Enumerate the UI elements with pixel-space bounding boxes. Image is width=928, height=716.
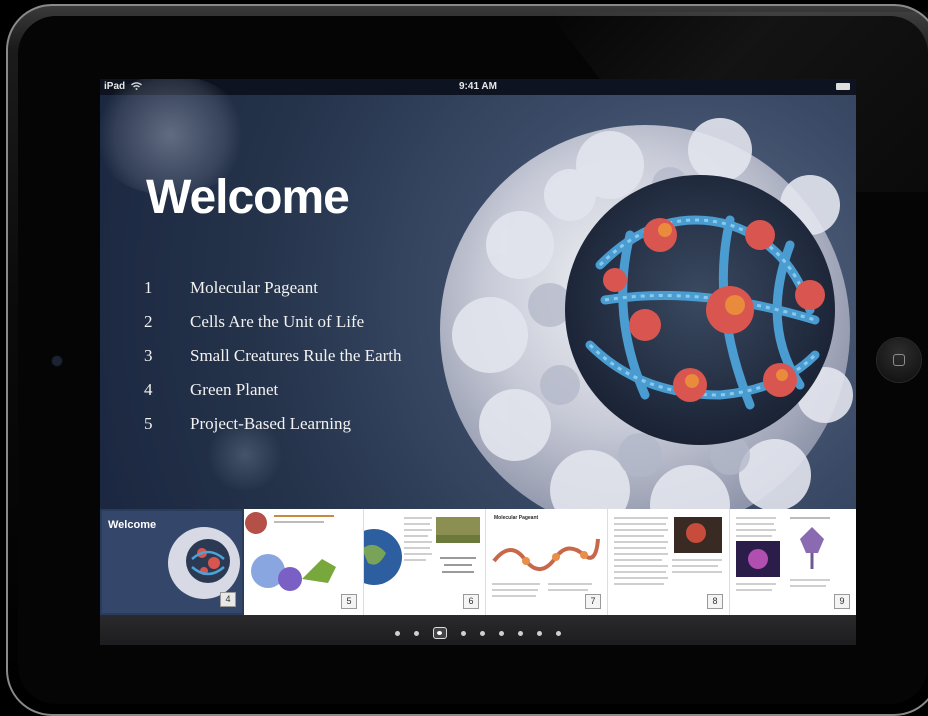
page-number-badge: 9 bbox=[834, 594, 850, 609]
welcome-page[interactable]: Welcome 1 Molecular Pageant 2 Cells Are th… bbox=[100, 79, 856, 535]
toc-label: Small Creatures Rule the Earth bbox=[190, 346, 402, 365]
thumbnail-page-8[interactable]: 8 bbox=[608, 509, 730, 615]
page-number-badge: 4 bbox=[220, 592, 236, 607]
page-number-badge: 8 bbox=[707, 594, 723, 609]
page-dot[interactable] bbox=[499, 630, 504, 636]
toc-number: 3 bbox=[144, 346, 153, 365]
toc-item-4[interactable]: 4 Green Planet bbox=[144, 380, 402, 414]
toc-label: Green Planet bbox=[190, 380, 279, 399]
table-of-contents: 1 Molecular Pageant 2 Cells Are the Unit o… bbox=[144, 278, 402, 448]
toc-item-2[interactable]: 2 Cells Are the Unit of Life bbox=[144, 312, 402, 346]
battery-icon bbox=[836, 83, 850, 90]
toc-item-1[interactable]: 1 Molecular Pageant bbox=[144, 278, 402, 312]
screen: iPad 9:41 AM Welcome 1 Molecular Pageant… bbox=[100, 79, 856, 645]
thumbnail-page-5[interactable]: 5 bbox=[244, 509, 364, 615]
page-number-badge: 6 bbox=[463, 594, 479, 609]
page-number-badge: 5 bbox=[341, 594, 357, 609]
toc-item-5[interactable]: 5 Project-Based Learning bbox=[144, 414, 402, 448]
thumbnail-strip: Welcome 4 5 6 Molecular Pageant 7 8 9 bbox=[100, 509, 856, 615]
thumbnail-page-4[interactable]: Welcome 4 bbox=[100, 509, 244, 615]
toc-number: 2 bbox=[144, 312, 153, 331]
toc-label: Cells Are the Unit of Life bbox=[190, 312, 365, 331]
page-indicator-bar bbox=[100, 615, 856, 645]
page-dot[interactable] bbox=[537, 630, 542, 636]
page-dot[interactable] bbox=[461, 630, 466, 636]
page-dot[interactable] bbox=[556, 630, 561, 636]
virus-illustration bbox=[440, 118, 853, 535]
page-title: Welcome bbox=[146, 171, 350, 224]
toc-item-3[interactable]: 3 Small Creatures Rule the Earth bbox=[144, 346, 402, 380]
thumbnail-page-9[interactable]: 9 bbox=[730, 509, 856, 615]
page-dot[interactable] bbox=[395, 630, 400, 636]
camera-icon bbox=[52, 356, 62, 366]
thumbnail-title: Welcome bbox=[108, 519, 157, 531]
toc-label: Project-Based Learning bbox=[190, 414, 351, 433]
page-number-badge: 7 bbox=[585, 594, 601, 609]
thumbnail-page-6[interactable]: 6 bbox=[364, 509, 486, 615]
thumbnail-page-7[interactable]: Molecular Pageant 7 bbox=[486, 509, 608, 615]
toc-number: 4 bbox=[144, 380, 153, 399]
page-dots bbox=[100, 627, 856, 639]
page-dot[interactable] bbox=[414, 630, 419, 636]
home-button[interactable] bbox=[877, 338, 921, 382]
toc-number: 5 bbox=[144, 414, 153, 433]
toc-label: Molecular Pageant bbox=[190, 278, 318, 297]
page-dot[interactable] bbox=[480, 630, 485, 636]
page-dot[interactable] bbox=[518, 630, 523, 636]
toc-number: 1 bbox=[144, 278, 153, 297]
page-dot-current[interactable] bbox=[433, 627, 447, 639]
home-button-icon bbox=[893, 354, 905, 366]
